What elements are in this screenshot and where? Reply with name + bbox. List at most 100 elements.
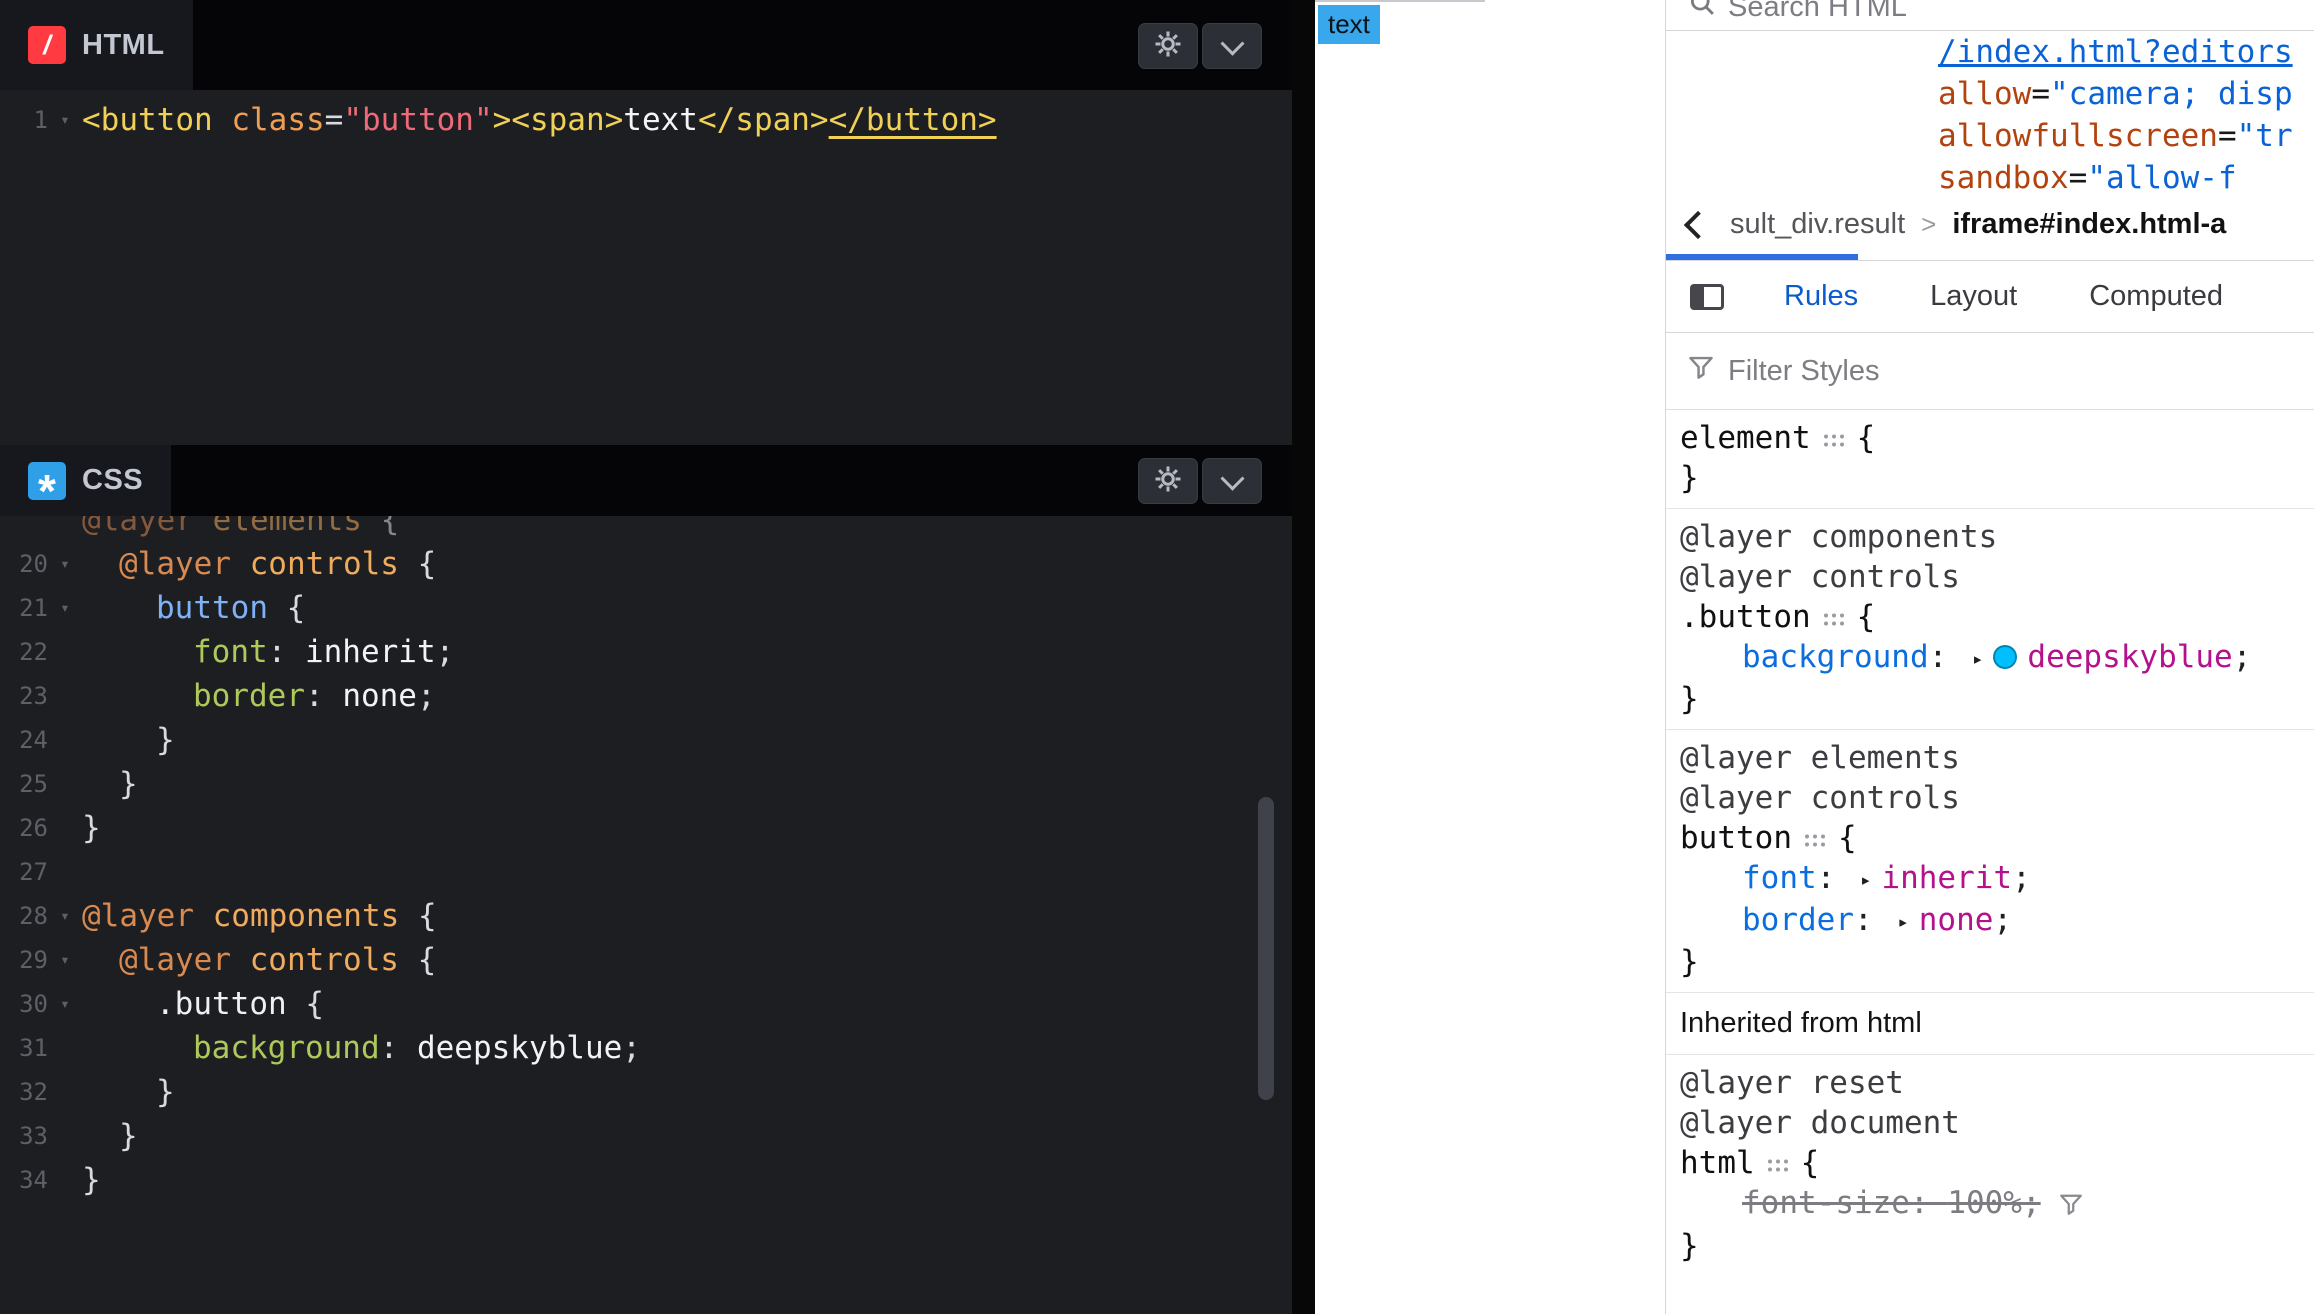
css-code-area[interactable]: @layer elements {20▾@layer controls {21▾… — [0, 516, 1292, 1314]
inherited-from-header: Inherited from html — [1666, 993, 2314, 1055]
property-name[interactable]: border — [1742, 902, 1854, 938]
declaration[interactable]: background: ▸deepskyblue; — [1742, 639, 2251, 675]
code-line[interactable]: 21▾button { — [0, 586, 1292, 630]
line-number: 22 — [0, 630, 48, 674]
css-settings-button[interactable] — [1138, 458, 1198, 504]
token: button — [156, 590, 268, 626]
token: } — [156, 1074, 175, 1110]
html-settings-button[interactable] — [1138, 23, 1198, 69]
code-text: } — [82, 1070, 175, 1114]
rule-selector[interactable]: element — [1680, 420, 1811, 456]
code-line[interactable]: 26} — [0, 806, 1292, 850]
fold-arrow-icon[interactable]: ▾ — [48, 938, 82, 982]
code-line[interactable]: 31 background: deepskyblue; — [0, 1026, 1292, 1070]
code-line[interactable]: @layer elements { — [0, 516, 1292, 542]
fold-arrow-icon[interactable]: ▾ — [48, 586, 82, 630]
line-number: 31 — [0, 1026, 48, 1070]
code-line[interactable]: 20▾@layer controls { — [0, 542, 1292, 586]
selector-line: .button{ — [1680, 597, 2300, 637]
fold-gutter — [48, 806, 82, 850]
html-panel-header: / HTML — [0, 0, 1292, 90]
fold-arrow-icon[interactable]: ▾ — [48, 894, 82, 938]
markup-line[interactable]: allowfullscreen="tr — [1938, 115, 2314, 157]
css-collapse-button[interactable] — [1202, 458, 1262, 504]
property-name[interactable]: font — [1742, 860, 1817, 896]
rule-block: @layer reset@layer documenthtml{font-siz… — [1666, 1055, 2314, 1276]
selector-highlight-icon[interactable] — [1804, 818, 1826, 858]
gear-icon — [1153, 464, 1183, 499]
code-line[interactable]: 1▾<button class="button"><span>text</spa… — [0, 98, 1292, 142]
html-code-area[interactable]: 1▾<button class="button"><span>text</spa… — [0, 90, 1292, 445]
code-text: font: inherit; — [82, 630, 454, 674]
expand-arrow-icon[interactable]: ▸ — [1860, 860, 1871, 900]
token: background — [193, 1030, 380, 1066]
rule-selector[interactable]: button — [1680, 820, 1792, 856]
code-text: } — [82, 1158, 101, 1202]
html-panel-tab[interactable]: / HTML — [0, 0, 193, 90]
panel-resize-divider[interactable] — [1292, 0, 1315, 1314]
selector-highlight-icon[interactable] — [1823, 597, 1845, 637]
property-name[interactable]: background — [1742, 639, 1929, 675]
filter-styles-input[interactable]: Filter Styles — [1666, 333, 2314, 410]
breadcrumb-selected-item[interactable]: iframe#index.html-a — [1952, 208, 2226, 241]
css-editor-scrollbar-thumb[interactable] — [1258, 797, 1274, 1100]
devtools-search-bar[interactable]: Search HTML — [1666, 0, 2314, 31]
code-line[interactable]: 30▾.button { — [0, 982, 1292, 1026]
code-line[interactable]: 22 font: inherit; — [0, 630, 1292, 674]
tab-rules[interactable]: Rules — [1784, 280, 1858, 313]
code-text: background: deepskyblue; — [82, 1026, 641, 1070]
token: @layer — [119, 942, 231, 978]
preview-button[interactable]: text — [1318, 5, 1380, 44]
markup-line[interactable]: allow="camera; disp — [1938, 73, 2314, 115]
css-panel-tab[interactable]: * CSS — [0, 445, 171, 516]
selector-highlight-icon[interactable] — [1767, 1143, 1789, 1183]
tab-layout[interactable]: Layout — [1930, 280, 2017, 313]
code-line[interactable]: 25} — [0, 762, 1292, 806]
line-number: 21 — [0, 586, 48, 630]
token: } — [119, 1118, 138, 1154]
tab-computed[interactable]: Computed — [2089, 280, 2223, 313]
overridden-filter-icon[interactable] — [2059, 1188, 2083, 1224]
property-value[interactable]: inherit — [1881, 860, 2012, 896]
expand-arrow-icon[interactable]: ▸ — [1972, 639, 1983, 679]
html-collapse-button[interactable] — [1202, 23, 1262, 69]
breadcrumb-back-button[interactable] — [1666, 189, 1722, 260]
sidebar-toggle-icon[interactable] — [1690, 284, 1724, 310]
code-line[interactable]: 23border: none; — [0, 674, 1292, 718]
property-value[interactable]: 100% — [1947, 1185, 2022, 1221]
token: </span> — [698, 102, 829, 138]
code-line[interactable]: 33} — [0, 1114, 1292, 1158]
color-swatch[interactable] — [1993, 645, 2017, 669]
declaration[interactable]: border: ▸none; — [1742, 902, 2012, 938]
code-line[interactable]: 28▾@layer components { — [0, 894, 1292, 938]
code-line[interactable]: 34} — [0, 1158, 1292, 1202]
fold-arrow-icon[interactable]: ▾ — [48, 542, 82, 586]
code-line[interactable]: 32} — [0, 1070, 1292, 1114]
code-line[interactable]: 24} — [0, 718, 1292, 762]
declaration[interactable]: font: ▸inherit; — [1742, 860, 2031, 896]
property-name[interactable]: font-size — [1742, 1185, 1910, 1221]
at-rule-line: @layer components — [1680, 517, 2300, 557]
fold-arrow-icon[interactable]: ▾ — [48, 982, 82, 1026]
closing-brace: } — [1680, 1226, 2300, 1266]
markup-line[interactable]: sandbox="allow-f — [1938, 157, 2314, 189]
property-value[interactable]: deepskyblue — [2027, 639, 2232, 675]
line-number: 30 — [0, 982, 48, 1026]
token: components — [194, 898, 399, 934]
fold-arrow-icon[interactable]: ▾ — [48, 98, 82, 142]
line-number: 32 — [0, 1070, 48, 1114]
at-rule-line: @layer reset — [1680, 1063, 2300, 1103]
rule-selector[interactable]: html — [1680, 1145, 1755, 1181]
code-line[interactable]: 27 — [0, 850, 1292, 894]
declaration[interactable]: font-size: 100%; — [1742, 1185, 2041, 1221]
rule-selector[interactable]: .button — [1680, 599, 1811, 635]
code-line[interactable]: 29▾@layer controls { — [0, 938, 1292, 982]
devtools-markup-view[interactable]: /index.html?editorsallow="camera; dispal… — [1666, 31, 2314, 189]
declaration-line: font: ▸inherit; — [1680, 858, 2300, 900]
selector-highlight-icon[interactable] — [1823, 418, 1845, 458]
breadcrumb-parent-item[interactable]: sult_div.result — [1730, 208, 1905, 241]
token: { — [399, 546, 436, 582]
property-value[interactable]: none — [1919, 902, 1994, 938]
markup-line[interactable]: /index.html?editors — [1938, 31, 2314, 73]
expand-arrow-icon[interactable]: ▸ — [1897, 902, 1908, 942]
